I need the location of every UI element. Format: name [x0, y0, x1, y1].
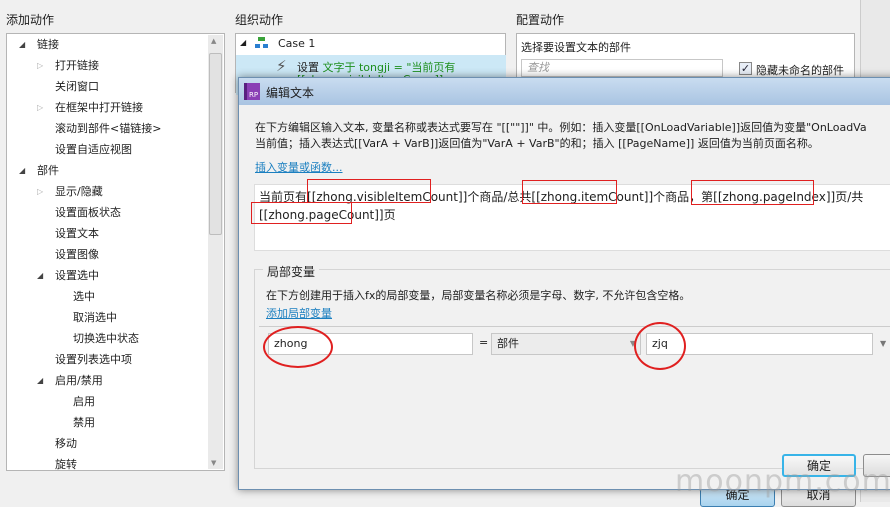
variable-type-select[interactable]: 部件 ▼ [491, 333, 641, 355]
tree-item-label: 设置自适应视图 [55, 143, 132, 156]
collapse-icon[interactable]: ◢ [19, 160, 25, 181]
expand-icon[interactable]: ▷ [37, 97, 43, 118]
instruction-line-1: 在下方编辑区输入文本, 变量名称或表达式要写在 "[[""]]" 中。例如：插入… [255, 121, 867, 134]
case-label[interactable]: Case 1 [278, 37, 315, 50]
dialog-title: 编辑文本 [266, 86, 315, 100]
tree-item-label: 设置选中 [55, 269, 99, 282]
config-action-title: 配置动作 [516, 13, 565, 27]
tree-item-label: 禁用 [73, 416, 95, 429]
collapse-icon[interactable]: ◢ [37, 265, 43, 286]
tree-item-label: 启用 [73, 395, 95, 408]
add-action-title: 添加动作 [6, 13, 55, 27]
tree-item-label: 设置面板状态 [55, 206, 121, 219]
collapse-icon[interactable]: ◢ [19, 34, 25, 55]
annotation-circle [634, 322, 686, 370]
annotation-box [522, 180, 617, 204]
annotation-box [251, 202, 352, 224]
lightning-icon: ⚡ [276, 57, 287, 75]
tree-item-label: 旋转 [55, 458, 77, 471]
instruction-line-2: 当前值；插入表达式[[VarA + VarB]]返回值为"VarA + VarB… [255, 137, 819, 150]
watermark: moonpm.com [675, 464, 890, 499]
tree-item-label: 设置图像 [55, 248, 99, 261]
edit-text-dialog: RP 编辑文本 在下方编辑区输入文本, 变量名称或表达式要写在 "[[""]]"… [238, 77, 890, 490]
tree-item-label: 选中 [73, 290, 95, 303]
tree-item-label: 打开链接 [55, 59, 99, 72]
expand-icon[interactable]: ◢ [240, 38, 246, 47]
tree-item-label: 切换选中状态 [73, 332, 139, 345]
annotation-box [691, 180, 814, 205]
tree-scrollbar[interactable]: ▲ ▼ [208, 35, 223, 469]
scrollbar-thumb[interactable] [209, 53, 222, 235]
rp-app-icon: RP [244, 83, 260, 100]
annotation-box [307, 179, 431, 203]
hide-unnamed-checkbox[interactable]: ✓ [739, 62, 752, 75]
tree-item-label: 取消选中 [73, 311, 117, 324]
collapse-icon[interactable]: ◢ [37, 370, 43, 391]
annotation-circle [263, 326, 333, 368]
tree-item-label: 关闭窗口 [55, 80, 99, 93]
local-variables-description: 在下方创建用于插入fx的局部变量，局部变量名称必须是字母、数字, 不允许包含空格… [266, 289, 691, 302]
tree-item-label: 设置列表选中项 [55, 353, 132, 366]
tree-item-label: 启用/禁用 [55, 374, 103, 387]
equals-sign: = [479, 336, 489, 349]
tree-item-label: 部件 [37, 164, 59, 177]
add-local-variable-link[interactable]: 添加局部变量 [266, 305, 332, 321]
action-tree: 旋转 移动 禁用 启用 ◢ 启用/禁用 设置列表选中项 切换选中状态 取消选中 选中 ◢ 设置选中 设置… [6, 33, 225, 471]
case-icon [255, 37, 268, 49]
tree-item-label: 显示/隐藏 [55, 185, 103, 198]
config-subtitle: 选择要设置文本的部件 [521, 41, 631, 54]
hide-unnamed-label: 隐藏未命名的部件 [756, 64, 844, 77]
insert-variable-link[interactable]: 插入变量或函数... [255, 159, 343, 175]
tree-item-label: 移动 [55, 437, 77, 450]
widget-search-input[interactable]: 查找 [521, 59, 723, 77]
expand-icon[interactable]: ▷ [37, 181, 43, 202]
tree-item-label: 设置文本 [55, 227, 99, 240]
tree-item-label: 滚动到部件<锚链接> [55, 122, 162, 135]
expand-icon[interactable]: ▷ [37, 55, 43, 76]
organize-action-title: 组织动作 [235, 13, 284, 27]
local-variables-title: 局部变量 [263, 263, 320, 280]
chevron-down-icon[interactable]: ▼ [880, 339, 886, 348]
tree-item-label: 在框架中打开链接 [55, 101, 143, 114]
tree-item-label: 链接 [37, 38, 59, 51]
dialog-titlebar[interactable]: RP 编辑文本 [239, 78, 890, 105]
